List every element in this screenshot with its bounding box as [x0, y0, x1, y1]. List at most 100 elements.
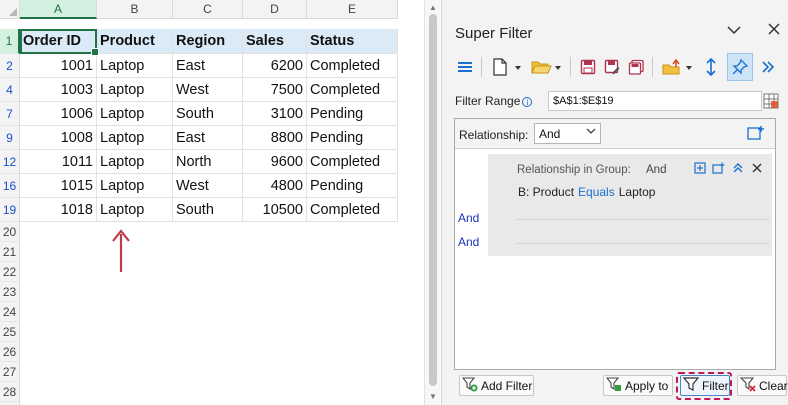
cell-sales[interactable]: 4800 — [243, 174, 307, 198]
row-header[interactable]: 1 — [0, 29, 20, 54]
open-folder-icon[interactable] — [529, 53, 565, 81]
and-label[interactable]: And — [458, 235, 479, 249]
cell-status[interactable]: Completed — [307, 78, 398, 102]
cell-status[interactable]: Pending — [307, 102, 398, 126]
expand-vertical-icon[interactable] — [700, 53, 722, 81]
cell-order-id[interactable]: 1011 — [20, 150, 97, 174]
select-all-corner[interactable] — [0, 0, 20, 19]
range-select-icon[interactable] — [763, 93, 779, 109]
info-icon[interactable]: i — [522, 96, 533, 107]
row-header[interactable]: 9 — [0, 126, 20, 150]
cell-region[interactable]: East — [173, 126, 243, 150]
save-as-icon[interactable] — [601, 53, 623, 81]
add-filter-button[interactable]: Add Filter — [459, 375, 534, 396]
empty-condition-line[interactable] — [517, 219, 769, 220]
and-label[interactable]: And — [458, 211, 479, 225]
pane-title: Super Filter — [455, 25, 533, 42]
close-icon[interactable] — [765, 22, 783, 40]
cell-status[interactable]: Pending — [307, 126, 398, 150]
row-header[interactable]: 4 — [0, 78, 20, 102]
cell-order-id[interactable]: 1001 — [20, 54, 97, 78]
add-condition-icon[interactable] — [693, 161, 706, 175]
column-header-d[interactable]: D — [243, 0, 307, 19]
row-header[interactable]: 22 — [0, 262, 20, 282]
collapse-icon[interactable] — [731, 161, 744, 175]
header-cell-status[interactable]: Status — [307, 29, 398, 54]
row-header[interactable]: 16 — [0, 174, 20, 198]
row-header[interactable]: 19 — [0, 198, 20, 222]
pin-icon[interactable] — [727, 53, 753, 81]
cell-product[interactable]: Laptop — [97, 126, 173, 150]
row-header[interactable]: 28 — [0, 382, 20, 402]
cell-product[interactable]: Laptop — [97, 78, 173, 102]
cell-order-id[interactable]: 1006 — [20, 102, 97, 126]
filter-range-input[interactable] — [548, 91, 762, 111]
cell-region[interactable]: West — [173, 174, 243, 198]
cell-region[interactable]: West — [173, 78, 243, 102]
scroll-down-icon[interactable]: ▼ — [429, 392, 437, 401]
relationship-select[interactable]: And — [534, 123, 601, 144]
add-filter-icon — [461, 376, 478, 395]
cell-order-id[interactable]: 1015 — [20, 174, 97, 198]
group-relationship-value[interactable]: And — [646, 164, 666, 176]
header-cell-region[interactable]: Region — [173, 29, 243, 54]
cell-region[interactable]: North — [173, 150, 243, 174]
header-cell-order-id[interactable]: Order ID — [20, 29, 97, 54]
cell-region[interactable]: South — [173, 102, 243, 126]
cell-sales[interactable]: 7500 — [243, 78, 307, 102]
scroll-up-icon[interactable]: ▲ — [429, 3, 437, 12]
row-header[interactable]: 7 — [0, 102, 20, 126]
cell-order-id[interactable]: 1008 — [20, 126, 97, 150]
filter-button[interactable]: Filter — [680, 375, 730, 396]
chevron-down-icon[interactable] — [725, 22, 743, 40]
column-header-a[interactable]: A — [20, 0, 97, 19]
cell-status[interactable]: Completed — [307, 150, 398, 174]
cell-product[interactable]: Laptop — [97, 150, 173, 174]
cell-sales[interactable]: 9600 — [243, 150, 307, 174]
row-header[interactable]: 23 — [0, 282, 20, 302]
cell-status[interactable]: Pending — [307, 174, 398, 198]
filter-condition[interactable]: B: Product Equals Laptop — [518, 185, 655, 199]
clear-button[interactable]: Clear — [737, 375, 788, 396]
cell-product[interactable]: Laptop — [97, 102, 173, 126]
row-header[interactable]: 2 — [0, 54, 20, 78]
scroll-thumb[interactable] — [429, 14, 437, 386]
cell-status[interactable]: Completed — [307, 54, 398, 78]
cell-sales[interactable]: 3100 — [243, 102, 307, 126]
cell-order-id[interactable]: 1018 — [20, 198, 97, 222]
more-icon[interactable] — [757, 53, 779, 81]
cell-sales[interactable]: 8800 — [243, 126, 307, 150]
menu-icon[interactable] — [454, 53, 476, 81]
header-cell-sales[interactable]: Sales — [243, 29, 307, 54]
cell-product[interactable]: Laptop — [97, 198, 173, 222]
new-file-icon[interactable] — [488, 53, 526, 81]
apply-to-button[interactable]: Apply to — [603, 375, 673, 396]
vertical-scrollbar[interactable]: ▲ ▼ — [424, 0, 440, 405]
empty-condition-line[interactable] — [517, 243, 769, 244]
header-cell-product[interactable]: Product — [97, 29, 173, 54]
row-header[interactable]: 20 — [0, 222, 20, 242]
row-header[interactable]: 12 — [0, 150, 20, 174]
column-header-e[interactable]: E — [307, 0, 398, 19]
add-subgroup-icon[interactable] — [712, 161, 725, 175]
share-icon[interactable] — [659, 53, 697, 81]
cell-status[interactable]: Completed — [307, 198, 398, 222]
cell-order-id[interactable]: 1003 — [20, 78, 97, 102]
cell-region[interactable]: South — [173, 198, 243, 222]
row-header[interactable]: 27 — [0, 362, 20, 382]
close-icon[interactable] — [750, 161, 763, 175]
row-header[interactable]: 25 — [0, 322, 20, 342]
cell-region[interactable]: East — [173, 54, 243, 78]
row-header[interactable]: 21 — [0, 242, 20, 262]
cell-product[interactable]: Laptop — [97, 54, 173, 78]
add-group-icon[interactable] — [747, 125, 765, 141]
cell-product[interactable]: Laptop — [97, 174, 173, 198]
column-header-c[interactable]: C — [173, 0, 243, 19]
row-header[interactable]: 24 — [0, 302, 20, 322]
cell-sales[interactable]: 10500 — [243, 198, 307, 222]
cell-sales[interactable]: 6200 — [243, 54, 307, 78]
save-icon[interactable] — [577, 53, 599, 81]
column-header-b[interactable]: B — [97, 0, 173, 19]
save-all-icon[interactable] — [625, 53, 647, 81]
row-header[interactable]: 26 — [0, 342, 20, 362]
